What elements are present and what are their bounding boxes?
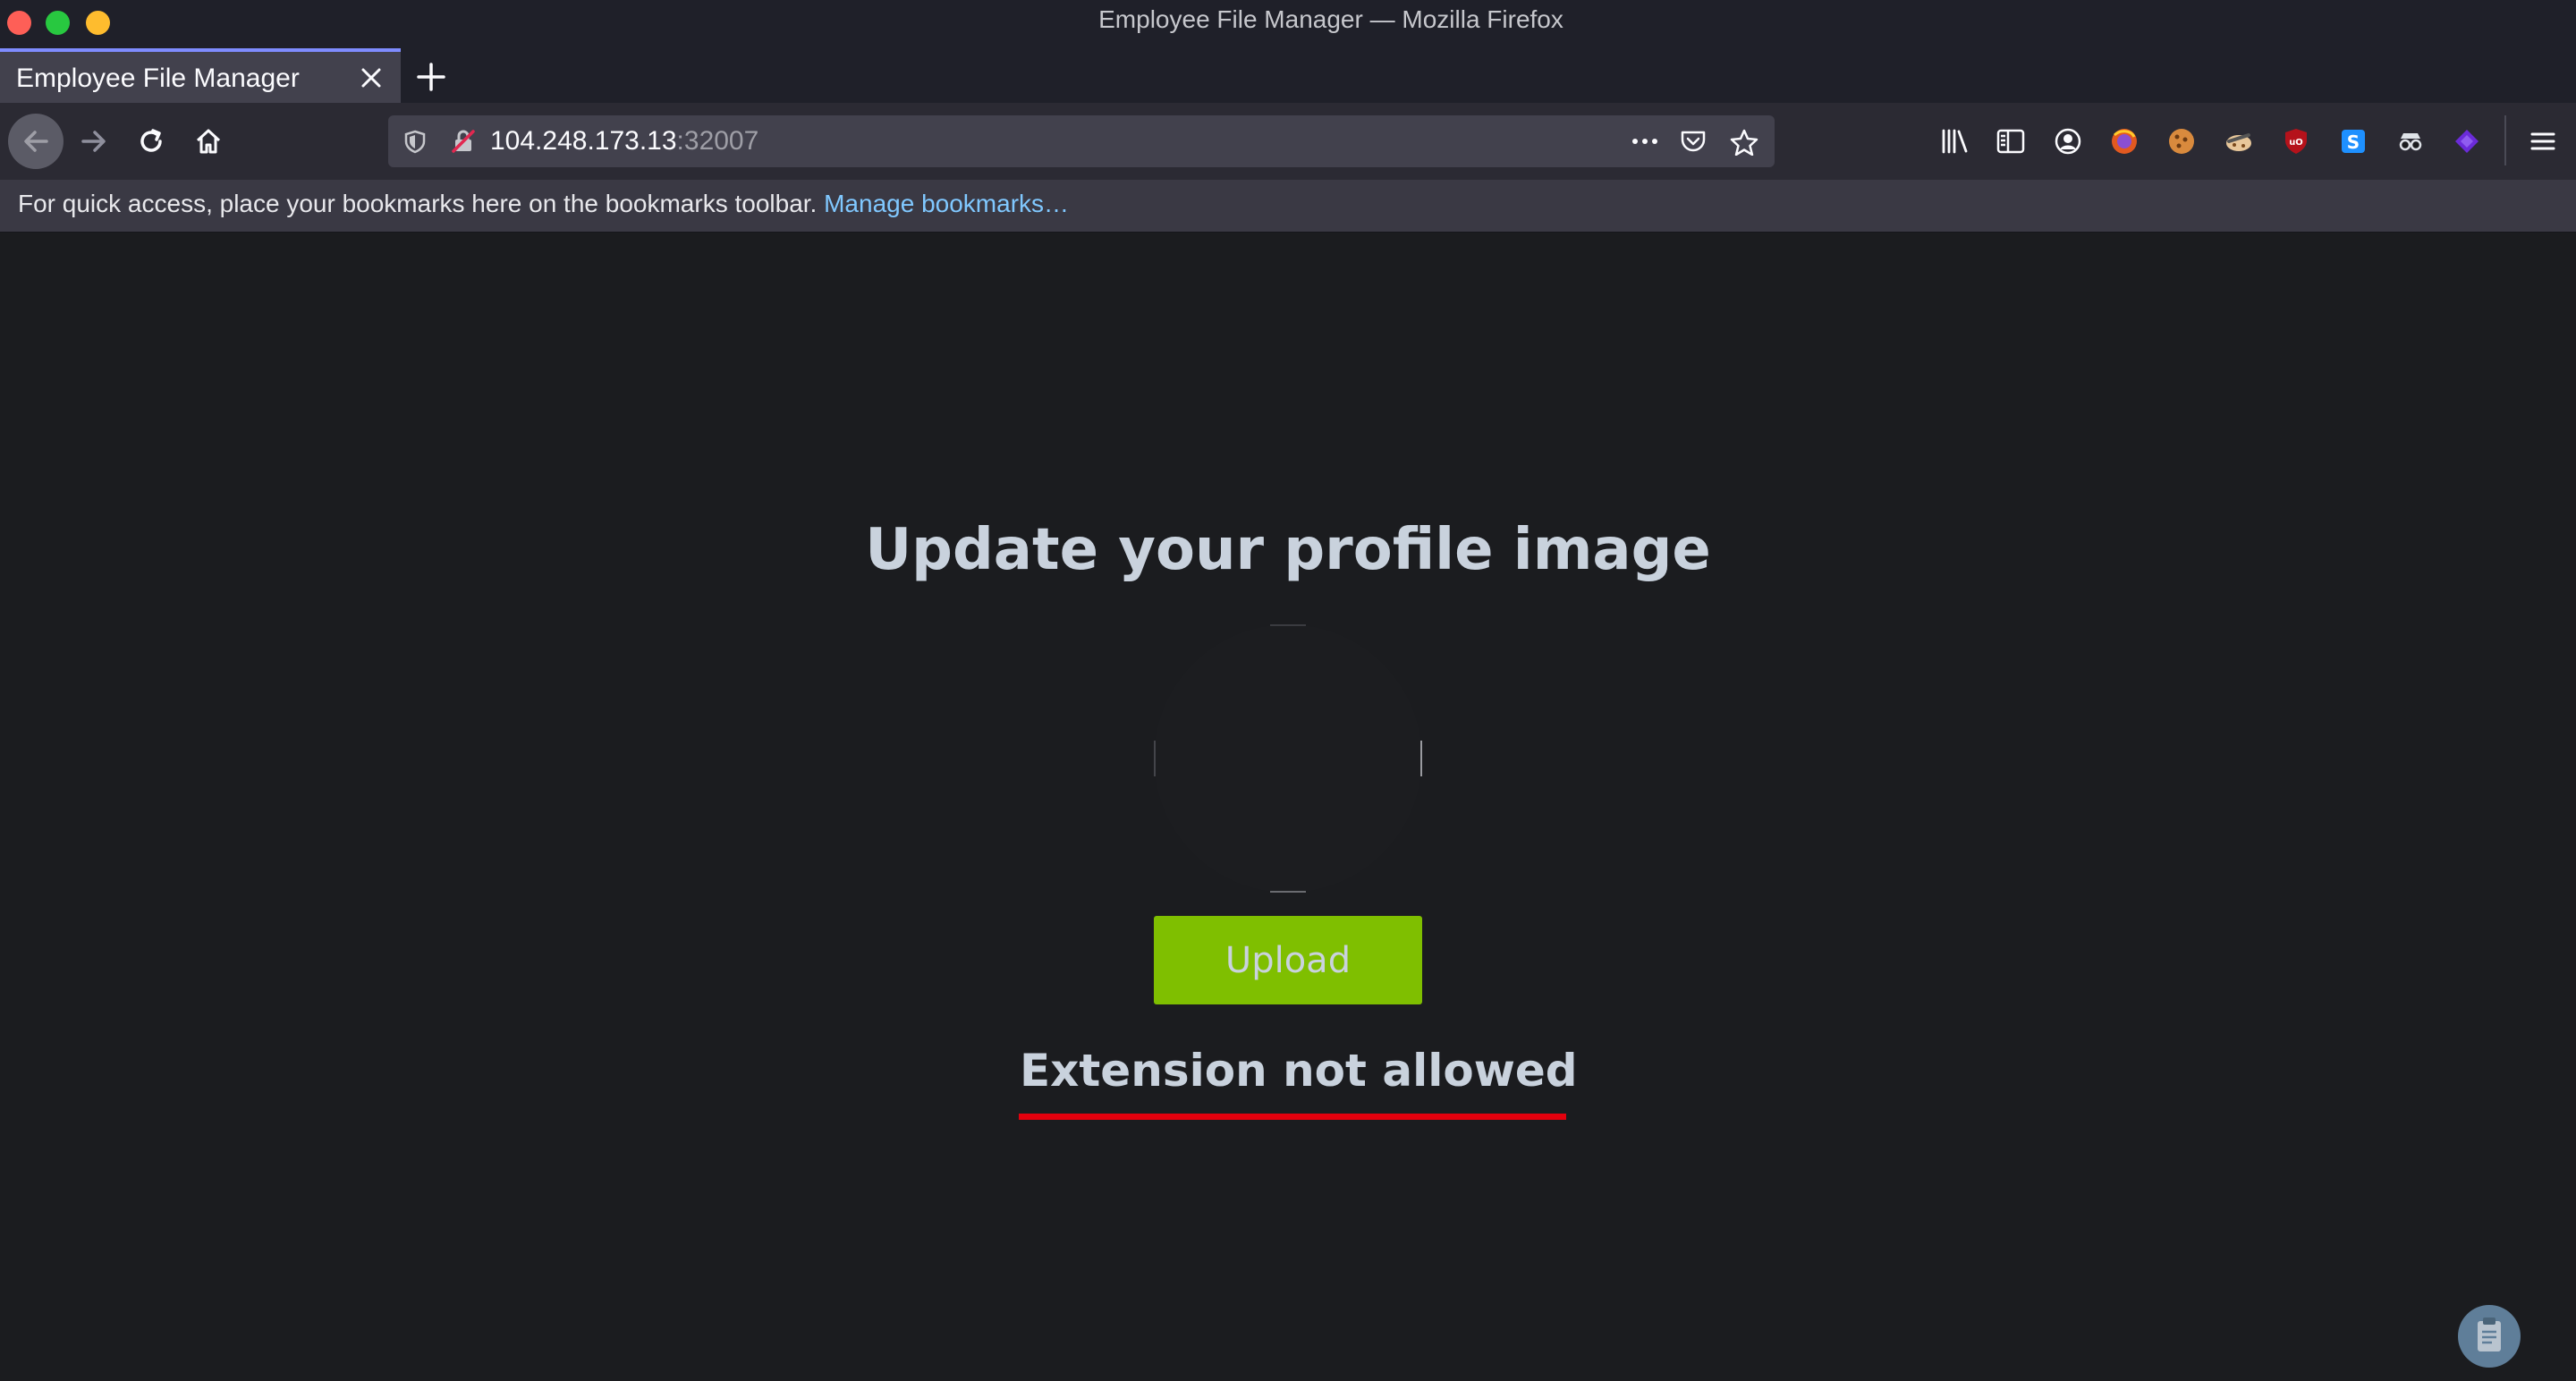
navigation-toolbar: 104.248.173.13:32007 uO S — [0, 103, 2576, 180]
wappalyzer-icon[interactable] — [2452, 126, 2482, 157]
new-tab-icon[interactable] — [413, 59, 449, 95]
cookie-icon[interactable] — [2166, 126, 2197, 157]
tab-employee-file-manager[interactable]: Employee File Manager — [0, 48, 401, 103]
bookmarks-toolbar: For quick access, place your bookmarks h… — [0, 180, 2576, 233]
svg-text:S: S — [2347, 131, 2360, 153]
firefox-relay-icon[interactable] — [2109, 126, 2140, 157]
close-tab-icon[interactable] — [360, 66, 383, 89]
reload-icon — [140, 129, 162, 152]
reload-button[interactable] — [123, 114, 179, 169]
manage-bookmarks-link[interactable]: Manage bookmarks… — [824, 190, 1069, 217]
page-heading: Update your profile image — [865, 517, 1711, 583]
cookie-editor-icon[interactable] — [2224, 126, 2254, 157]
insecure-connection-icon[interactable] — [451, 129, 476, 154]
page-actions-icon[interactable] — [1630, 129, 1660, 154]
back-arrow-icon — [24, 131, 48, 152]
menu-icon[interactable] — [2528, 126, 2558, 157]
pocket-icon[interactable] — [1680, 129, 1707, 154]
tab-label: Employee File Manager — [16, 64, 300, 93]
bookmarks-hint-text: For quick access, place your bookmarks h… — [18, 190, 818, 217]
ublock-origin-icon[interactable]: uO — [2281, 126, 2311, 157]
account-icon[interactable] — [2053, 126, 2083, 157]
window-titlebar: Employee File Manager — Mozilla Firefox … — [0, 0, 2576, 103]
url-text[interactable]: 104.248.173.13:32007 — [490, 126, 758, 157]
bookmarks-hint: For quick access, place your bookmarks h… — [18, 190, 1069, 218]
svg-text:uO: uO — [2289, 138, 2303, 148]
error-message: Extension not allowed — [1020, 1045, 1578, 1097]
home-button[interactable] — [181, 114, 236, 169]
clipboard-button[interactable] — [2458, 1305, 2521, 1368]
url-host: 104.248.173.13 — [490, 126, 677, 156]
window-title: Employee File Manager — Mozilla Firefox — [1098, 5, 1563, 33]
sidebar-icon[interactable] — [1996, 126, 2026, 157]
spy-extension-icon[interactable] — [2395, 126, 2426, 157]
bookmark-star-icon[interactable] — [1730, 129, 1758, 156]
error-underline-annotation — [1019, 1114, 1566, 1120]
toolbar-separator — [2504, 115, 2506, 165]
clipboard-icon — [2478, 1317, 2501, 1351]
library-icon[interactable] — [1939, 126, 1970, 157]
back-button[interactable] — [8, 114, 64, 169]
forward-arrow-icon — [81, 131, 106, 152]
page-content: Update your profile image Upload Extensi… — [0, 233, 2576, 1381]
upload-button[interactable]: Upload — [1154, 916, 1422, 1004]
forward-button[interactable] — [66, 114, 122, 169]
profile-image-preview — [1154, 624, 1422, 893]
url-bar[interactable]: 104.248.173.13:32007 — [388, 115, 1775, 167]
s-extension-icon[interactable]: S — [2338, 126, 2368, 157]
tracking-protection-shield-icon[interactable] — [402, 129, 428, 154]
home-icon — [196, 129, 221, 154]
url-port: :32007 — [676, 126, 759, 156]
